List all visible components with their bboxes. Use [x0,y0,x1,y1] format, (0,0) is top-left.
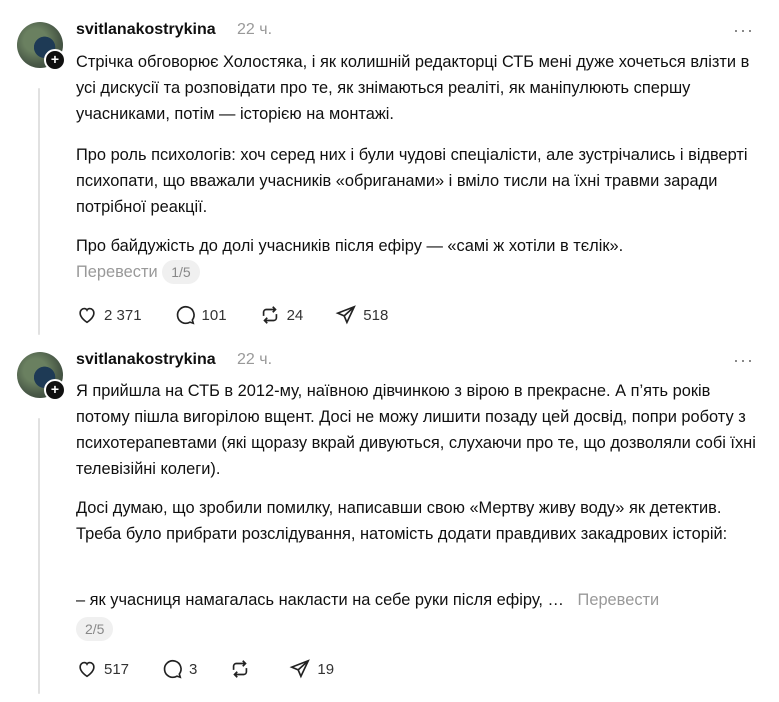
heart-icon [79,307,95,324]
thread-pager-badge: 2/5 [76,617,114,641]
comment-count: 3 [189,660,198,678]
post-time: 22 ч. [237,351,273,368]
comment-button[interactable]: 3 [161,658,197,680]
post-text-paragraph: Про роль психологів: хоч серед них і бул… [76,146,748,216]
repost-icon [233,660,248,678]
username[interactable]: svitlanakostrykina [76,21,216,39]
post-text-paragraph: – як учасниця намагалась накласти на себ… [76,587,756,642]
avatar[interactable]: + [17,22,66,71]
send-icon [335,305,357,325]
repost-icon [262,306,277,324]
comment-button[interactable]: 101 [174,304,227,326]
like-count: 517 [104,660,130,678]
post-text-paragraph: Про байдужість до долі учасників після е… [76,233,756,285]
share-button[interactable]: 19 [289,658,334,680]
share-count: 518 [363,306,389,324]
like-count: 2 371 [104,306,142,324]
send-icon [289,659,311,679]
repost-button[interactable]: 24 [259,304,304,326]
post-actions: 517 3 19 [76,658,366,680]
post-text-paragraph: Досі думаю, що зробили помилку, написавш… [76,499,728,543]
like-button[interactable]: 2 371 [76,304,142,326]
thread-line [38,88,40,335]
repost-button[interactable] [229,658,257,680]
post-actions: 2 371 101 24 518 [76,304,420,326]
more-options-icon[interactable]: ··· [733,20,754,41]
post-text-line: – як учасниця намагалась накласти на себ… [76,591,564,609]
translate-link[interactable]: Перевести [578,591,660,609]
thread-line [38,418,40,694]
follow-plus-icon[interactable]: + [44,49,66,71]
like-button[interactable]: 517 [76,658,129,680]
post-text-paragraph: Стрічка обговорює Холостяка, і як колишн… [76,53,750,123]
heart-icon [79,661,95,678]
comment-icon [176,305,195,325]
post-text-line: Про байдужість до долі учасників після е… [76,237,624,255]
username[interactable]: svitlanakostrykina [76,351,216,369]
comment-icon [163,659,182,679]
comment-count: 101 [201,306,227,324]
avatar[interactable]: + [17,352,66,401]
translate-link[interactable]: Перевести [76,263,158,281]
repost-count: 24 [286,306,304,324]
post-time: 22 ч. [237,21,273,38]
follow-plus-icon[interactable]: + [44,379,66,401]
share-count: 19 [317,660,335,678]
post-text-paragraph: Я прийшла на СТБ в 2012-му, наївною дівч… [76,382,756,478]
share-button[interactable]: 518 [335,304,388,326]
thread-pager-badge: 1/5 [162,260,200,284]
more-options-icon[interactable]: ··· [733,350,754,371]
